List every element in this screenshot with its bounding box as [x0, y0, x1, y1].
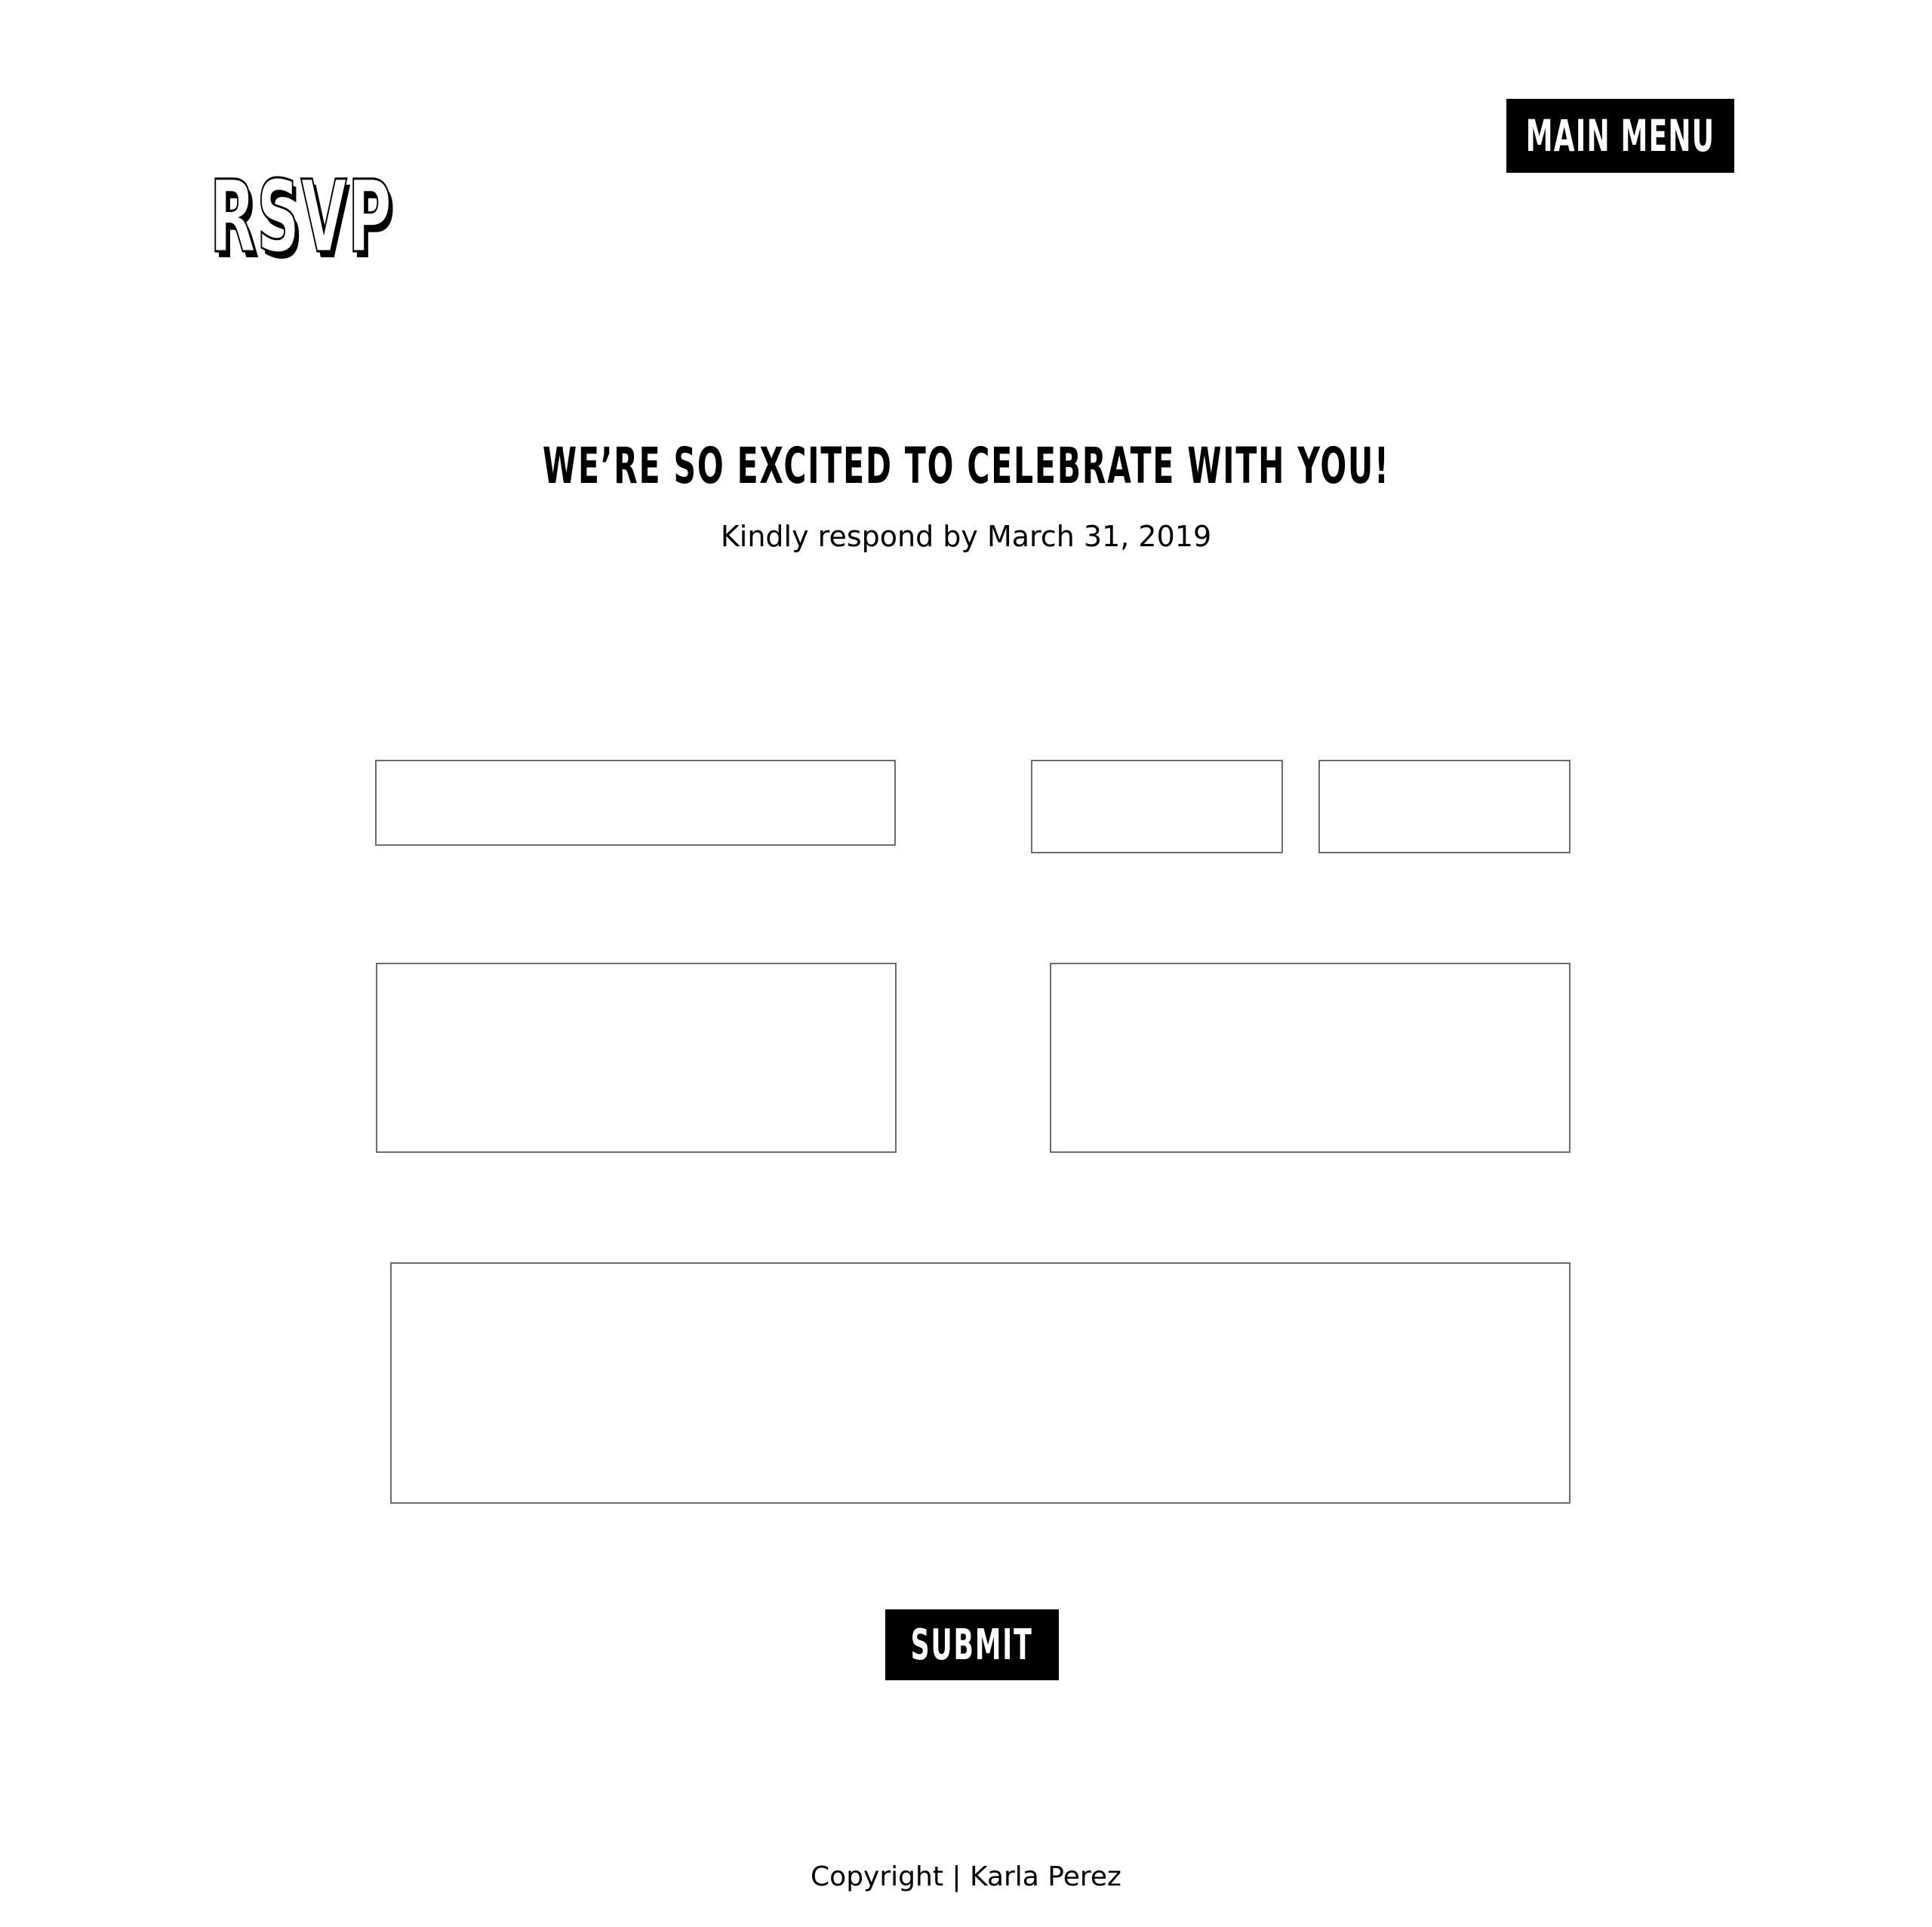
respond-by-note: Kindly respond by March 31, 2019 [720, 520, 1212, 553]
rsvp-logo: RSVP [209, 159, 393, 275]
details-field-right[interactable] [1050, 963, 1571, 1153]
submit-button[interactable]: SUBMIT [885, 1609, 1059, 1680]
name-input[interactable] [375, 760, 896, 846]
details-field-left[interactable] [376, 963, 897, 1153]
main-menu-button[interactable]: MAIN MENU [1506, 99, 1734, 173]
guest-field-2[interactable] [1318, 760, 1571, 853]
main-menu-label: MAIN MENU [1525, 110, 1715, 161]
submit-label: SUBMIT [911, 1620, 1033, 1670]
page-headline: WE’RE SO EXCITED TO CELEBRATE WITH YOU! [0, 436, 1932, 496]
message-textarea[interactable] [390, 1262, 1571, 1504]
guest-field-1[interactable] [1031, 760, 1283, 853]
footer-copyright: Copyright | Karla Perez [811, 1861, 1121, 1892]
headline-text: WE’RE SO EXCITED TO CELEBRATE WITH YOU! [542, 437, 1390, 495]
